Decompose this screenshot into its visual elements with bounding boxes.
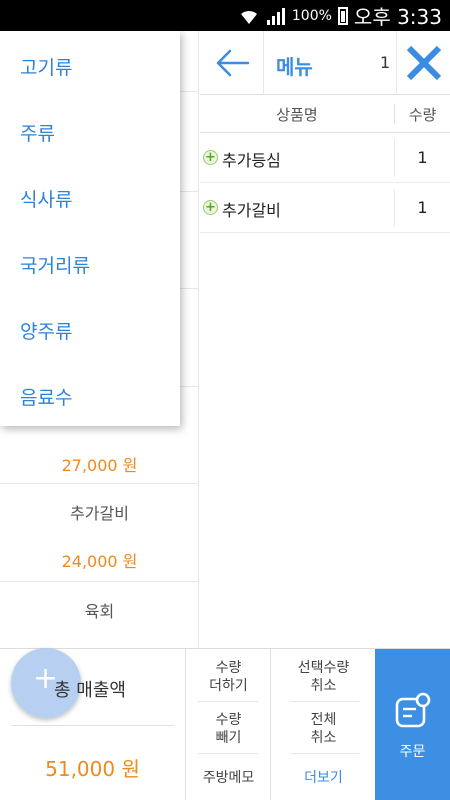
divider — [198, 701, 258, 702]
back-button[interactable] — [200, 31, 264, 95]
status-bar: 100% 오후 3:33 — [0, 0, 450, 31]
order-row[interactable]: + 추가갈비 1 — [200, 183, 450, 233]
order-item-name: 추가등심 — [222, 151, 281, 170]
wifi-icon — [240, 10, 257, 24]
product-card[interactable]: 육회 — [0, 582, 199, 648]
more-button[interactable]: 더보기 — [271, 769, 376, 787]
order-item-name: 추가갈비 — [222, 201, 281, 220]
order-header: 메뉴 1 — [200, 31, 450, 95]
category-label: 고기류 — [20, 57, 73, 79]
divider — [291, 753, 359, 754]
order-button[interactable]: 주문 — [375, 649, 450, 800]
product-price: 27,000 원 — [61, 456, 138, 475]
close-icon — [406, 45, 441, 81]
order-item-qty: 1 — [394, 139, 450, 177]
category-item[interactable]: 식사류 — [0, 163, 180, 229]
battery-icon — [337, 6, 348, 25]
category-label: 주류 — [20, 123, 55, 145]
total-sales-label: 총 매출액 — [54, 680, 126, 701]
action-column: 수량 더하기 수량 빼기 주방메모 — [185, 649, 270, 800]
cancel-selected-button[interactable]: 선택수량 취소 — [271, 659, 376, 695]
category-label: 양주류 — [20, 321, 73, 343]
battery-percent: 100% — [291, 7, 332, 24]
category-dropdown: 고기류 주류 식사류 국거리류 양주류 음료수 — [0, 31, 180, 426]
item-count: 1 — [380, 53, 391, 72]
qty-subtract-button[interactable]: 수량 빼기 — [186, 711, 271, 747]
page-title: 메뉴 — [276, 55, 313, 79]
product-price: 24,000 원 — [61, 552, 138, 571]
order-icon — [395, 692, 431, 728]
qty-add-button[interactable]: 수량 더하기 — [186, 659, 271, 695]
close-button[interactable] — [396, 31, 450, 95]
category-item[interactable]: 고기류 — [0, 31, 180, 97]
category-item[interactable]: 음료수 — [0, 361, 180, 427]
product-name: 추가갈비 — [70, 504, 129, 523]
category-item[interactable]: 양주류 — [0, 295, 180, 361]
add-option-icon[interactable]: + — [203, 150, 218, 165]
order-row[interactable]: + 추가등심 1 — [200, 133, 450, 183]
order-button-label: 주문 — [399, 744, 426, 760]
add-fab-button[interactable]: + 총 매출액 — [11, 648, 126, 718]
column-header-name: 상품명 — [276, 106, 318, 124]
order-table-header: 상품명 수량 — [200, 95, 450, 133]
category-item[interactable]: 국거리류 — [0, 229, 180, 295]
back-arrow-icon — [216, 49, 249, 77]
divider — [291, 701, 359, 702]
category-item[interactable]: 주류 — [0, 97, 180, 163]
order-item-qty: 1 — [394, 189, 450, 227]
total-sales-value: 51,000 원 — [45, 757, 140, 781]
cancel-all-button[interactable]: 전체 취소 — [271, 711, 376, 747]
product-name: 육회 — [84, 602, 115, 621]
divider — [198, 753, 258, 754]
column-header-qty: 수량 — [394, 104, 450, 124]
action-column: 선택수량 취소 전체 취소 더보기 — [270, 649, 375, 800]
kitchen-memo-button[interactable]: 주방메모 — [186, 769, 271, 787]
signal-icon — [266, 7, 285, 25]
clock: 오후 3:33 — [353, 5, 442, 29]
add-option-icon[interactable]: + — [203, 200, 218, 215]
category-label: 국거리류 — [20, 255, 90, 277]
category-label: 식사류 — [20, 189, 73, 211]
category-label: 음료수 — [20, 387, 73, 409]
product-card[interactable]: 추가갈비 24,000 원 — [0, 484, 199, 582]
divider — [12, 725, 174, 726]
